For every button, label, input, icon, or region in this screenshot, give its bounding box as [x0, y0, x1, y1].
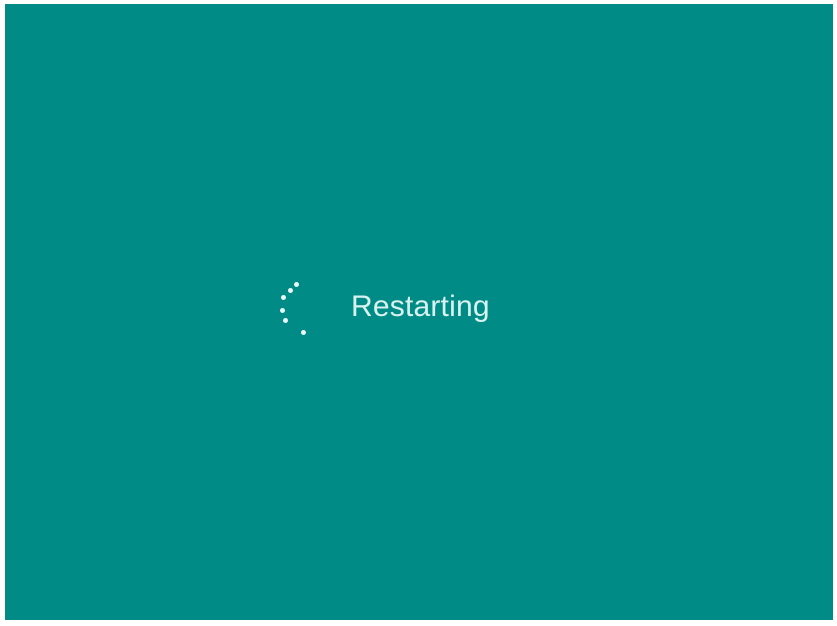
spinner-dot	[288, 288, 293, 293]
spinner-dot	[280, 308, 285, 313]
restarting-label: Restarting	[351, 290, 490, 323]
restart-status: Restarting	[263, 272, 525, 342]
spinner-dot	[283, 318, 288, 323]
loading-spinner-icon	[267, 278, 311, 338]
spinner-dot	[294, 282, 299, 287]
restart-screen: Restarting	[5, 4, 833, 620]
spinner-dot	[281, 295, 286, 300]
spinner-dot	[301, 330, 306, 335]
